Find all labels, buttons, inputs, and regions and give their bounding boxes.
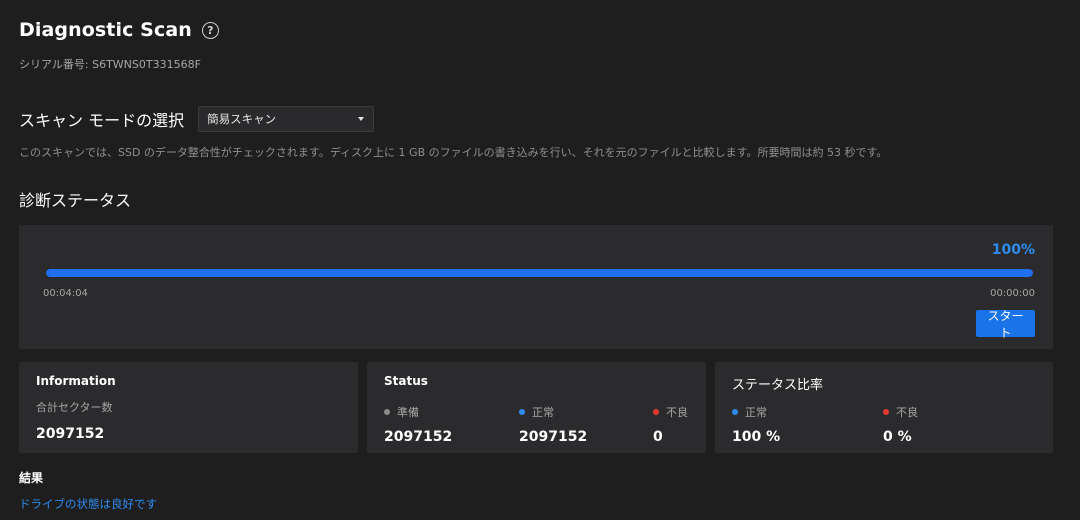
status-normal-value: 2097152 xyxy=(519,429,588,445)
status-ratio-title: ステータス比率 xyxy=(732,378,824,393)
information-title: Information xyxy=(36,374,116,388)
total-sectors-value: 2097152 xyxy=(36,426,105,442)
page-title: Diagnostic Scan xyxy=(19,19,192,41)
scan-mode-row: スキャン モードの選択 簡易スキャン xyxy=(19,106,375,132)
status-ready-stat: 準備 2097152 xyxy=(384,404,452,445)
bad-dot-icon xyxy=(653,409,659,415)
ratio-normal-stat: 正常 100 % xyxy=(732,404,780,445)
status-ready-label: 準備 xyxy=(397,406,419,419)
normal-dot-icon xyxy=(519,409,525,415)
ready-dot-icon xyxy=(384,409,390,415)
scan-mode-description: このスキャンでは、SSD のデータ整合性がチェックされます。ディスク上に 1 G… xyxy=(19,146,888,159)
remaining-time: 00:00:00 xyxy=(990,288,1035,299)
status-normal-stat: 正常 2097152 xyxy=(519,404,587,445)
result-message-link[interactable]: ドライブの状態は良好です xyxy=(19,496,157,512)
result-title: 結果 xyxy=(19,471,44,485)
chevron-down-icon xyxy=(358,117,365,121)
start-button[interactable]: スタート xyxy=(976,309,1035,340)
scan-mode-label: スキャン モードの選択 xyxy=(19,111,185,130)
ratio-bad-value: 0 % xyxy=(883,429,912,445)
diagnostic-status-title: 診断ステータス xyxy=(19,191,132,210)
title-row: Diagnostic Scan ? xyxy=(19,19,219,41)
status-bad-label: 不良 xyxy=(666,406,688,419)
ratio-normal-value: 100 % xyxy=(732,429,781,445)
help-icon[interactable]: ? xyxy=(201,21,219,39)
status-ready-value: 2097152 xyxy=(384,429,453,445)
normal-dot-icon xyxy=(732,409,738,415)
bad-dot-icon xyxy=(883,409,889,415)
progress-bar xyxy=(46,269,1033,277)
ratio-normal-label: 正常 xyxy=(745,406,767,419)
information-card: Information 合計セクター数 2097152 xyxy=(19,362,358,453)
status-ratio-card: ステータス比率 正常 100 % 不良 0 % xyxy=(715,362,1053,453)
ratio-bad-stat: 不良 0 % xyxy=(883,404,918,445)
total-sectors-stat: 合計セクター数 2097152 xyxy=(36,399,113,442)
elapsed-time: 00:04:04 xyxy=(43,288,88,299)
scan-mode-dropdown[interactable]: 簡易スキャン xyxy=(198,106,375,132)
total-sectors-label: 合計セクター数 xyxy=(36,401,113,414)
serial-number: シリアル番号: S6TWNS0T331568F xyxy=(19,58,201,71)
progress-percent: 100% xyxy=(991,242,1035,258)
status-normal-label: 正常 xyxy=(532,406,554,419)
scan-mode-selected-value: 簡易スキャン xyxy=(207,112,277,126)
status-bad-stat: 不良 0 xyxy=(653,404,688,445)
status-card: Status 準備 2097152 正常 2097152 不良 0 xyxy=(367,362,706,453)
status-bad-value: 0 xyxy=(653,429,663,445)
ratio-bad-label: 不良 xyxy=(896,406,918,419)
diagnostic-status-panel: 100% 00:04:04 00:00:00 スタート xyxy=(19,225,1053,349)
diagnostic-scan-page: Diagnostic Scan ? シリアル番号: S6TWNS0T331568… xyxy=(0,0,1080,520)
progress-bar-fill xyxy=(46,269,1033,277)
status-title: Status xyxy=(384,374,428,388)
